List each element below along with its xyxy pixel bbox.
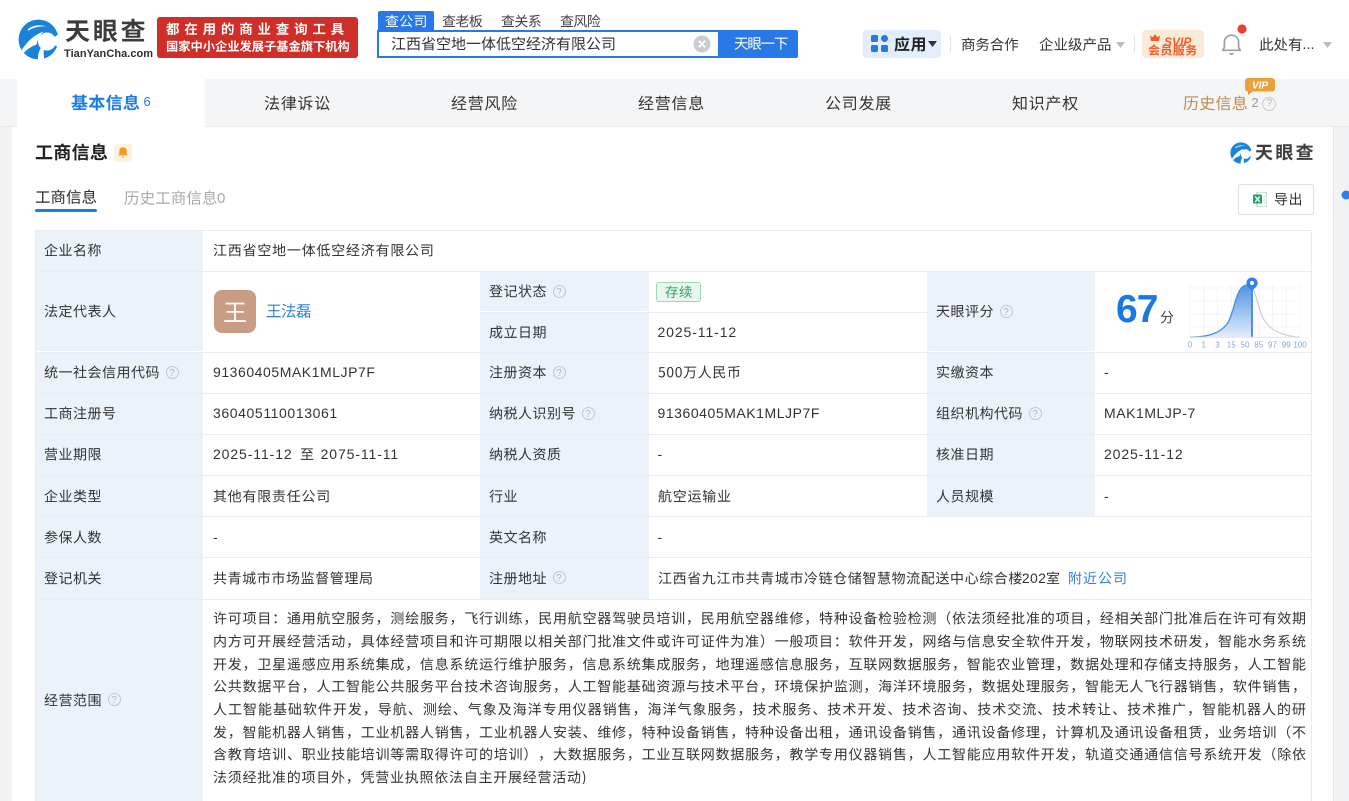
svg-text:50: 50 [1241, 341, 1250, 350]
svg-text:97: 97 [1268, 341, 1277, 350]
svg-text:85: 85 [1254, 341, 1263, 350]
svg-text:3: 3 [1215, 341, 1220, 350]
svg-text:1: 1 [1202, 341, 1207, 350]
svg-text:99: 99 [1282, 341, 1291, 350]
svg-text:0: 0 [1188, 341, 1193, 350]
svg-text:100: 100 [1293, 341, 1307, 350]
svg-text:15: 15 [1227, 341, 1236, 350]
svg-text:VIP: VIP [1252, 81, 1268, 92]
